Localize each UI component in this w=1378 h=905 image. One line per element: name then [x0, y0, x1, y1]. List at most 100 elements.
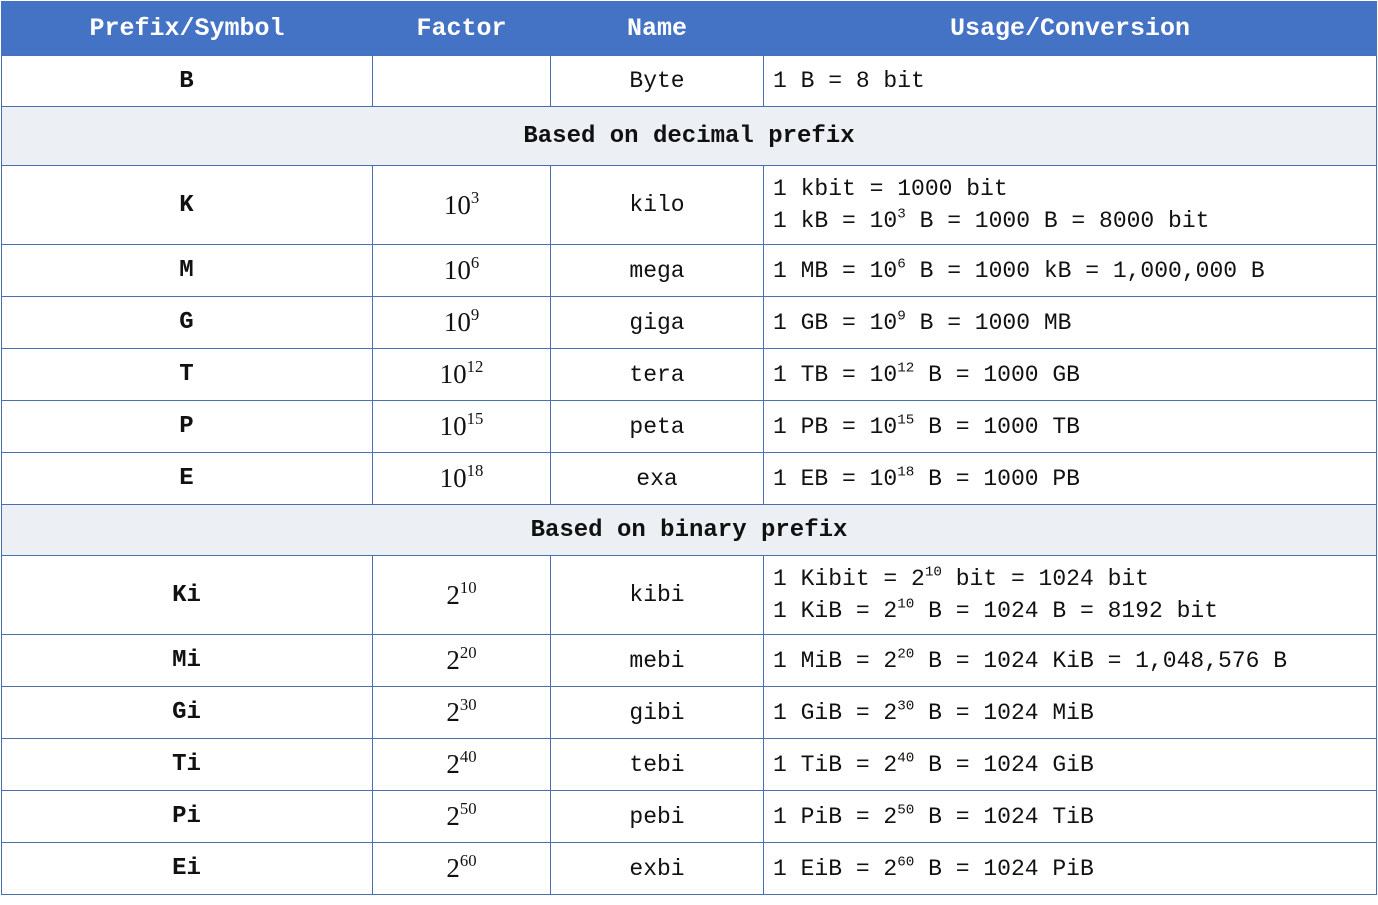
factor-exponent: 30	[459, 695, 477, 715]
factor-base: 2	[446, 749, 460, 779]
usage-text: B = 1024 MiB	[914, 699, 1094, 726]
name-cell: tebi	[550, 738, 764, 791]
factor-cell: 109	[372, 296, 551, 349]
table-row-m: M 106 mega 1 MB = 106 B = 1000 kB = 1,000,0…	[1, 244, 1377, 297]
factor-exponent: 20	[459, 643, 477, 663]
name-cell: tera	[550, 348, 764, 401]
usage-text: 1 Kibit = 2	[773, 566, 925, 592]
factor-cell: 260	[372, 842, 551, 895]
factor-exponent: 9	[470, 305, 480, 325]
table-row-ei: Ei 260 exbi 1 EiB = 260 B = 1024 PiB	[1, 842, 1377, 895]
name-cell: mebi	[550, 634, 764, 687]
usage-cell: 1 EiB = 260 B = 1024 PiB	[763, 842, 1377, 895]
factor-cell: 210	[372, 555, 551, 635]
usage-text: B = 1000 kB = 1,000,000 B	[905, 257, 1265, 284]
usage-line: 1 GB = 109 B = 1000 MB	[773, 307, 1376, 339]
factor-base: 10	[443, 307, 471, 337]
factor-cell: 250	[372, 790, 551, 843]
usage-line: 1 KiB = 210 B = 1024 B = 8192 bit	[773, 595, 1376, 627]
usage-text: B = 1000 MB	[905, 309, 1072, 336]
usage-exponent: 6	[897, 256, 906, 273]
name-cell: giga	[550, 296, 764, 349]
usage-text: 1 MB = 10	[773, 257, 898, 284]
usage-cell: 1 EB = 1018 B = 1000 PB	[763, 452, 1377, 505]
factor-base: 2	[446, 853, 460, 883]
usage-text: B = 1024 B = 8192 bit	[914, 598, 1218, 624]
table-row-mi: Mi 220 mebi 1 MiB = 220 B = 1024 KiB = 1,04…	[1, 634, 1377, 687]
name-cell: exa	[550, 452, 764, 505]
factor-cell: 230	[372, 686, 551, 739]
usage-text: B = 1024 KiB = 1,048,576 B	[914, 647, 1288, 674]
usage-exponent: 15	[897, 412, 915, 429]
factor-base: 10	[439, 463, 467, 493]
usage-text: B = 1000 GB	[914, 361, 1080, 388]
symbol-cell: K	[1, 165, 373, 245]
name-cell: pebi	[550, 790, 764, 843]
usage-text: B = 1024 PiB	[914, 855, 1094, 882]
usage-exponent: 60	[897, 854, 915, 871]
usage-line: 1 GiB = 230 B = 1024 MiB	[773, 697, 1376, 729]
factor-base: 10	[443, 189, 471, 220]
usage-text: 1 MiB = 2	[773, 647, 898, 674]
factor-exponent: 60	[459, 851, 477, 871]
usage-exponent: 12	[897, 360, 915, 377]
usage-text: 1 EB = 10	[773, 465, 898, 492]
symbol-cell: Gi	[1, 686, 373, 739]
factor-exponent: 12	[466, 357, 484, 377]
table-row-pi: Pi 250 pebi 1 PiB = 250 B = 1024 TiB	[1, 790, 1377, 843]
factor-exponent: 40	[459, 747, 477, 767]
factor-exponent: 18	[466, 461, 484, 481]
header-factor: Factor	[372, 1, 551, 56]
usage-text: 1 PB = 10	[773, 413, 898, 440]
name-cell: gibi	[550, 686, 764, 739]
usage-text: 1 kbit = 1000 bit	[773, 176, 1008, 202]
header-usage-conversion: Usage/Conversion	[763, 1, 1377, 56]
usage-text: B = 1000 TB	[914, 413, 1080, 440]
factor-cell: 1018	[372, 452, 551, 505]
symbol-cell: Pi	[1, 790, 373, 843]
symbol-cell: M	[1, 244, 373, 297]
usage-exponent: 30	[897, 698, 915, 715]
usage-text: 1 EiB = 2	[773, 855, 898, 882]
name-cell: peta	[550, 400, 764, 453]
name-cell: exbi	[550, 842, 764, 895]
usage-cell: 1 GB = 109 B = 1000 MB	[763, 296, 1377, 349]
factor-exponent: 6	[470, 253, 480, 273]
section-title-decimal: Based on decimal prefix	[1, 106, 1377, 166]
usage-cell: 1 B = 8 bit	[763, 55, 1377, 107]
table-row-g: G 109 giga 1 GB = 109 B = 1000 MB	[1, 296, 1377, 349]
factor-exponent: 3	[470, 187, 480, 207]
factor-base: 10	[439, 359, 467, 389]
symbol-cell: Ei	[1, 842, 373, 895]
usage-cell: 1 TB = 1012 B = 1000 GB	[763, 348, 1377, 401]
usage-cell: 1 PB = 1015 B = 1000 TB	[763, 400, 1377, 453]
usage-line: 1 TiB = 240 B = 1024 GiB	[773, 749, 1376, 781]
table-body: B Byte 1 B = 8 bit Based on decimal pref…	[1, 55, 1377, 895]
usage-line: 1 kbit = 1000 bit	[773, 173, 1376, 205]
name-cell: kibi	[550, 555, 764, 635]
symbol-cell: Ki	[1, 555, 373, 635]
usage-text: bit = 1024 bit	[941, 566, 1149, 592]
factor-base: 10	[443, 255, 471, 285]
usage-cell: 1 Kibit = 210 bit = 1024 bit 1 KiB = 210 …	[763, 555, 1377, 635]
factor-cell	[372, 55, 551, 107]
usage-text: B = 1024 GiB	[914, 751, 1094, 778]
usage-exponent: 18	[897, 464, 915, 481]
usage-line: 1 PiB = 250 B = 1024 TiB	[773, 801, 1376, 833]
usage-exponent: 40	[897, 750, 915, 767]
factor-cell: 1012	[372, 348, 551, 401]
usage-line: 1 Kibit = 210 bit = 1024 bit	[773, 563, 1376, 595]
factor-base: 2	[446, 801, 460, 831]
table-row-ti: Ti 240 tebi 1 TiB = 240 B = 1024 GiB	[1, 738, 1377, 791]
header-name: Name	[550, 1, 764, 56]
symbol-cell: Ti	[1, 738, 373, 791]
table-row-byte: B Byte 1 B = 8 bit	[1, 55, 1377, 107]
symbol-cell: G	[1, 296, 373, 349]
factor-base: 10	[439, 411, 467, 441]
usage-cell: 1 MB = 106 B = 1000 kB = 1,000,000 B	[763, 244, 1377, 297]
factor-base: 2	[446, 697, 460, 727]
usage-exponent: 50	[897, 802, 915, 819]
usage-text: B = 1024 TiB	[914, 803, 1094, 830]
usage-line: 1 kB = 103 B = 1000 B = 8000 bit	[773, 205, 1376, 237]
usage-text: 1 GiB = 2	[773, 699, 898, 726]
